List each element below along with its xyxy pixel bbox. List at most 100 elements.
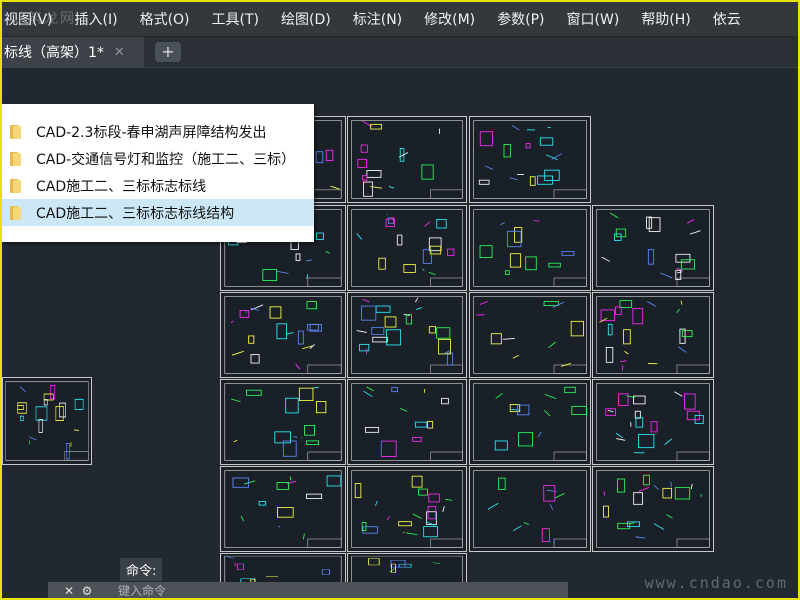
sheet-border: [473, 296, 587, 374]
detail-rect: [509, 404, 521, 413]
menu-draw[interactable]: 绘图(D): [270, 9, 342, 29]
drawing-sheet[interactable]: [347, 116, 467, 203]
close-icon[interactable]: ✕: [114, 45, 125, 60]
detail-rect: [269, 306, 282, 319]
detail-rect: [412, 437, 422, 442]
menu-help[interactable]: 帮助(H): [630, 9, 701, 29]
menu-modify[interactable]: 修改(M): [413, 9, 486, 29]
menu-tools[interactable]: 工具(T): [201, 9, 270, 29]
menu-dimension[interactable]: 标注(N): [342, 9, 413, 29]
detail-line: [599, 317, 608, 323]
list-item-selected[interactable]: CAD施工二、三标标志标线结构: [2, 199, 314, 226]
drawing-sheet[interactable]: [469, 292, 591, 378]
detail-line: [647, 301, 657, 307]
detail-line: [620, 360, 627, 363]
detail-rect: [490, 333, 502, 345]
detail-rect: [441, 397, 449, 405]
document-tab[interactable]: 标线（高架）1* ✕: [2, 37, 145, 67]
detail-rect: [366, 170, 382, 178]
detail-rect: [325, 149, 334, 161]
sheet-border: [224, 470, 342, 548]
detail-rect: [681, 330, 693, 338]
detail-rect: [518, 432, 533, 447]
menu-insert[interactable]: 插入(I): [64, 9, 129, 29]
detail-rect: [277, 507, 294, 518]
title-block: [553, 277, 587, 287]
drawing-sheet[interactable]: [592, 292, 714, 378]
list-item[interactable]: CAD施工二、三标标志标线: [2, 172, 314, 199]
detail-line: [653, 523, 665, 530]
drawing-sheet[interactable]: [592, 379, 714, 465]
detail-line: [543, 409, 551, 417]
drawing-sheet[interactable]: [347, 292, 467, 378]
detail-line: [616, 438, 626, 441]
detail-rect: [525, 256, 537, 271]
command-input[interactable]: [116, 583, 420, 598]
menu-view[interactable]: 视图(V): [2, 9, 64, 29]
drawing-sheet[interactable]: [220, 379, 346, 465]
detail-line: [330, 185, 340, 190]
drawing-sheet[interactable]: [469, 116, 591, 203]
detail-rect: [436, 327, 451, 339]
title-block: [553, 364, 587, 374]
menu-yiyun[interactable]: 依云: [702, 9, 752, 29]
detail-line: [244, 480, 256, 485]
drawing-sheet[interactable]: [469, 205, 591, 291]
command-close-icon[interactable]: ✕: [60, 584, 78, 598]
detail-rect: [17, 402, 27, 414]
detail-rect: [638, 433, 655, 449]
detail-rect: [354, 483, 362, 499]
drawing-sheet[interactable]: [2, 377, 92, 465]
sheet-drawing: [596, 383, 710, 461]
detail-rect: [236, 563, 245, 570]
detail-line: [363, 390, 373, 398]
detail-line: [511, 409, 521, 411]
detail-line: [689, 230, 701, 235]
list-item[interactable]: CAD-交通信号灯和监控（施工二、三标）: [2, 145, 314, 172]
menu-parametric[interactable]: 参数(P): [486, 9, 555, 29]
menu-window[interactable]: 窗口(W): [556, 9, 631, 29]
detail-rect: [384, 316, 397, 328]
detail-rect: [363, 181, 373, 197]
sheet-drawing: [473, 209, 587, 287]
detail-line: [295, 363, 301, 370]
drawing-sheet[interactable]: [469, 466, 591, 552]
drawing-sheet[interactable]: [347, 205, 467, 291]
detail-rect: [478, 179, 490, 185]
detail-rect: [509, 253, 522, 268]
drawing-sheet[interactable]: [220, 466, 346, 552]
command-settings-icon[interactable]: ⚙: [78, 584, 96, 598]
drawing-sheet[interactable]: [592, 466, 714, 552]
drawing-sheet[interactable]: [469, 379, 591, 465]
detail-line: [306, 259, 312, 262]
document-tab-bar: 标线（高架）1* ✕ +: [2, 37, 798, 68]
title-block: [676, 451, 710, 461]
detail-line: [544, 393, 557, 400]
new-tab-button[interactable]: +: [155, 42, 181, 62]
detail-rect: [561, 251, 575, 256]
detail-rect: [633, 492, 643, 505]
detail-line: [415, 307, 423, 310]
drawing-sheet[interactable]: [220, 292, 346, 378]
sheet-drawing: [224, 470, 342, 548]
drawing-sheet[interactable]: [592, 205, 714, 291]
detail-line: [370, 186, 382, 189]
detail-line: [548, 341, 556, 349]
title-block: [307, 277, 342, 287]
list-item[interactable]: CAD-2.3标段-春申湖声屏障结构发出: [2, 118, 314, 145]
detail-line: [523, 522, 529, 525]
menu-format[interactable]: 格式(O): [129, 9, 201, 29]
detail-rect: [316, 232, 324, 240]
detail-line: [686, 219, 695, 224]
sheet-drawing: [473, 383, 587, 461]
detail-rect: [543, 485, 556, 502]
detail-rect: [372, 336, 388, 343]
drawing-sheet[interactable]: [347, 466, 467, 552]
detail-rect: [539, 137, 554, 146]
detail-line: [601, 256, 611, 262]
detail-rect: [35, 406, 48, 421]
detail-rect: [614, 306, 622, 315]
drawing-sheet[interactable]: [347, 379, 467, 465]
detail-rect: [380, 440, 397, 457]
detail-rect: [398, 521, 412, 527]
